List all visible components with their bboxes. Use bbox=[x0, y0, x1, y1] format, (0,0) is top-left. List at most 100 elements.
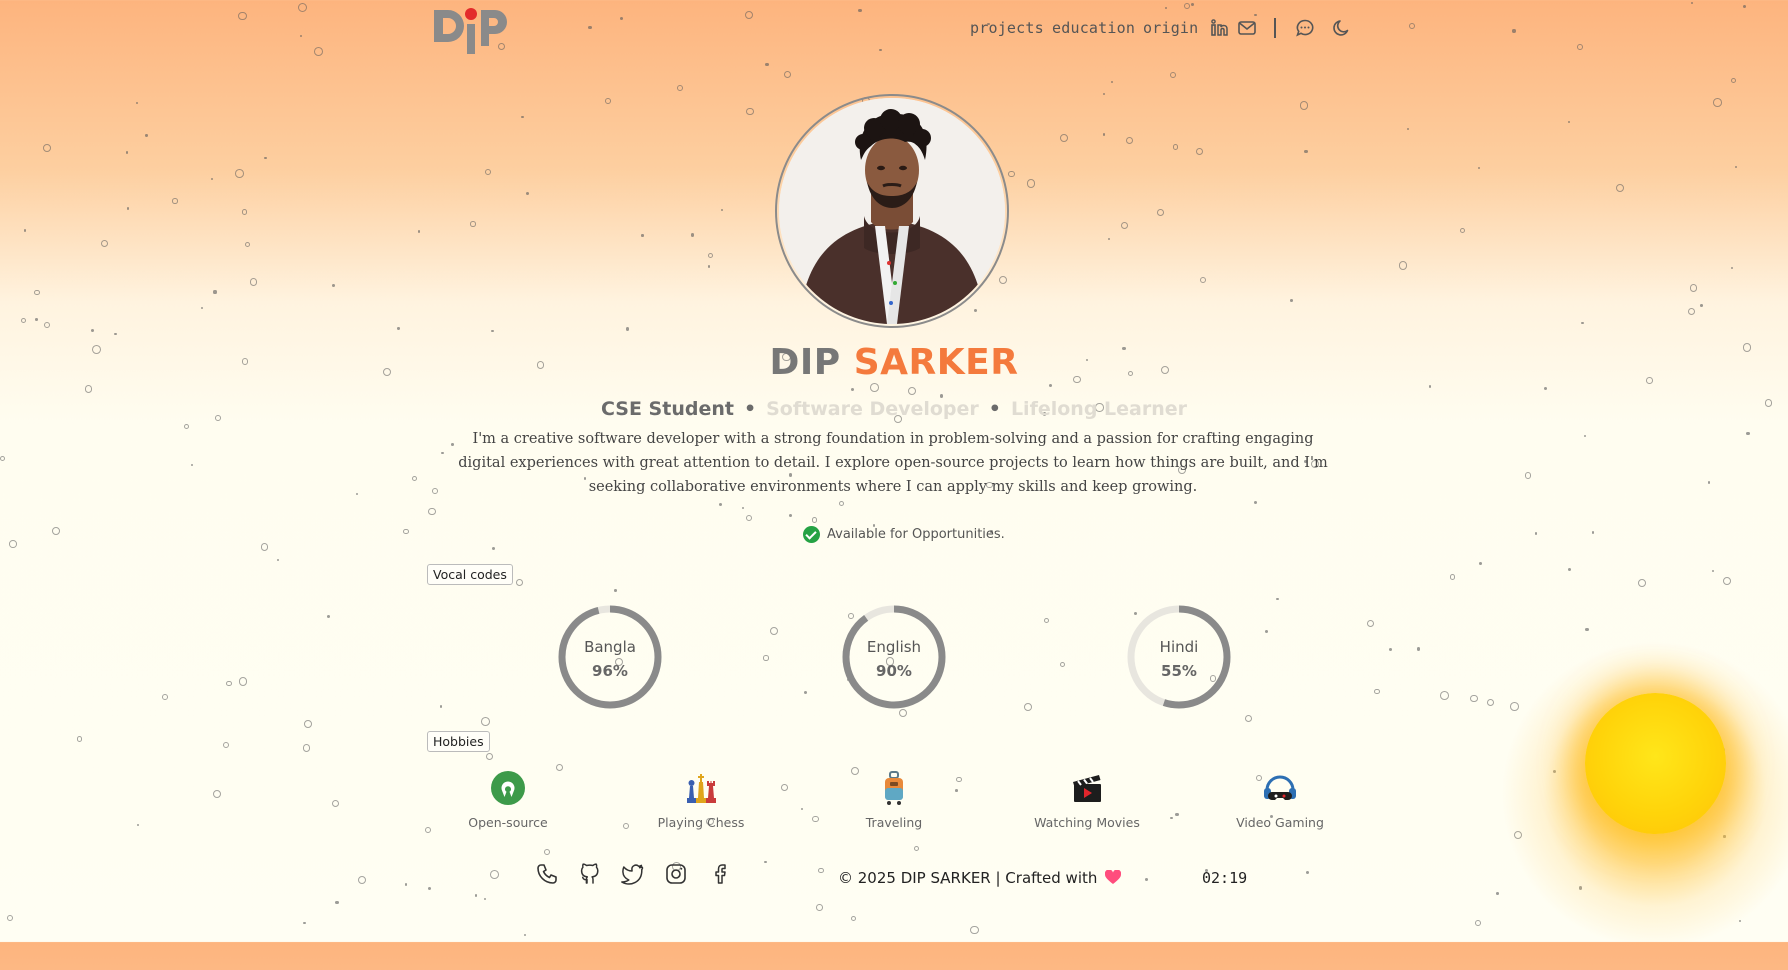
particle bbox=[125, 150, 129, 154]
particle bbox=[403, 528, 409, 535]
particle bbox=[84, 385, 93, 394]
particle bbox=[745, 107, 754, 116]
mail-icon[interactable] bbox=[1237, 18, 1257, 38]
particle bbox=[879, 48, 883, 52]
particle bbox=[0, 455, 6, 461]
hobby-open-source: Open-source bbox=[433, 770, 583, 830]
nav-education[interactable]: education bbox=[1052, 19, 1135, 37]
particle bbox=[1534, 532, 1538, 535]
particle bbox=[213, 290, 217, 294]
first-name: DIP bbox=[769, 342, 841, 383]
particle bbox=[249, 277, 258, 286]
particle bbox=[521, 115, 524, 118]
particle bbox=[641, 234, 644, 237]
particle bbox=[235, 169, 244, 178]
particle bbox=[1024, 702, 1033, 711]
particle bbox=[839, 500, 845, 507]
particle bbox=[114, 332, 117, 335]
nav-origin[interactable]: origin bbox=[1143, 19, 1198, 37]
github-icon[interactable] bbox=[578, 862, 602, 886]
particle bbox=[543, 848, 551, 856]
particle bbox=[297, 2, 307, 12]
sun-decoration[interactable] bbox=[1585, 693, 1726, 834]
particle bbox=[101, 240, 109, 248]
particle bbox=[6, 914, 13, 921]
check-circle-icon bbox=[803, 525, 820, 543]
particle bbox=[1591, 531, 1594, 534]
particle bbox=[812, 517, 818, 523]
particle bbox=[1746, 431, 1750, 436]
particle bbox=[708, 253, 714, 259]
gauge-language-name: English bbox=[866, 638, 922, 656]
particle bbox=[718, 502, 722, 507]
particle bbox=[1120, 221, 1129, 230]
particle bbox=[526, 192, 530, 196]
section-label-vocal-codes: Vocal codes bbox=[427, 564, 513, 585]
particle bbox=[1060, 134, 1069, 142]
particle bbox=[1059, 662, 1066, 668]
copyright-text: © 2025 DIP SARKER | Crafted with bbox=[838, 869, 1122, 887]
particle bbox=[676, 84, 683, 91]
particle bbox=[200, 306, 204, 310]
nav-projects[interactable]: projects bbox=[970, 19, 1044, 37]
particle bbox=[1577, 44, 1584, 50]
particle bbox=[1008, 171, 1015, 178]
bio-text: I'm a creative software developer with a… bbox=[458, 431, 1328, 495]
chat-icon[interactable] bbox=[1295, 18, 1315, 38]
particle bbox=[313, 46, 323, 56]
particle bbox=[162, 694, 168, 701]
phone-icon[interactable] bbox=[535, 862, 559, 886]
particle bbox=[907, 386, 916, 395]
particle bbox=[1172, 144, 1179, 150]
particle bbox=[1581, 322, 1584, 325]
hobby-label: Traveling bbox=[865, 815, 923, 830]
gauge-ring bbox=[842, 605, 946, 709]
particle bbox=[486, 753, 494, 761]
particle bbox=[222, 741, 229, 748]
particle bbox=[1707, 481, 1711, 484]
particle bbox=[1567, 120, 1571, 124]
avatar bbox=[779, 98, 1005, 324]
hobby-label: Playing Chess bbox=[657, 815, 745, 830]
particle bbox=[803, 690, 807, 695]
gauge-language-name: Hindi bbox=[1159, 638, 1199, 656]
particle bbox=[264, 156, 267, 160]
particle bbox=[90, 328, 95, 333]
linkedin-icon[interactable] bbox=[1210, 18, 1230, 38]
particle bbox=[973, 308, 977, 313]
particle bbox=[1544, 387, 1548, 391]
particle bbox=[746, 514, 753, 521]
particle bbox=[940, 394, 944, 398]
particle bbox=[781, 783, 788, 791]
particle bbox=[1170, 71, 1177, 78]
particle bbox=[470, 221, 476, 227]
particle bbox=[818, 867, 824, 874]
hobby-label: Watching Movies bbox=[1034, 815, 1140, 830]
hobby-watching-movies: Watching Movies bbox=[1012, 770, 1162, 830]
particle bbox=[524, 933, 527, 936]
particle bbox=[614, 589, 617, 593]
particle bbox=[1407, 127, 1410, 130]
particle bbox=[850, 387, 855, 391]
particle bbox=[211, 177, 214, 180]
twitter-icon[interactable] bbox=[620, 862, 644, 886]
particle bbox=[20, 318, 26, 324]
open-source-icon bbox=[491, 771, 525, 805]
moon-icon[interactable] bbox=[1332, 18, 1352, 38]
particle bbox=[34, 289, 40, 295]
instagram-icon[interactable] bbox=[664, 862, 688, 886]
particle bbox=[244, 241, 251, 247]
role-lifelong-learner: Lifelong Learner bbox=[1010, 398, 1187, 420]
particle bbox=[1184, 2, 1191, 10]
particle bbox=[491, 329, 494, 332]
particle bbox=[1470, 694, 1478, 702]
particle bbox=[1688, 308, 1696, 316]
particle bbox=[183, 423, 190, 430]
particle bbox=[605, 97, 611, 104]
particle bbox=[720, 208, 723, 211]
particle bbox=[1398, 260, 1408, 270]
particle bbox=[1374, 688, 1380, 695]
facebook-icon[interactable] bbox=[708, 862, 732, 886]
hobby-video-gaming: Video Gaming bbox=[1205, 770, 1355, 830]
luggage-icon bbox=[885, 771, 903, 805]
